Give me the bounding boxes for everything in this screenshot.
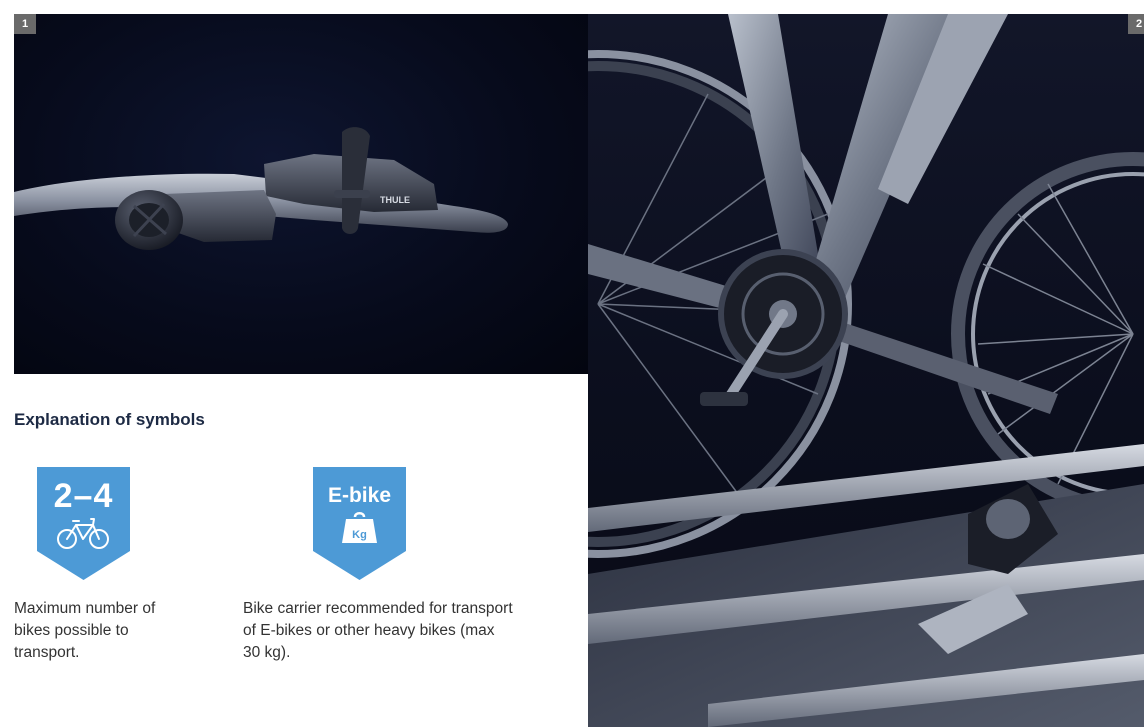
bike-carrier-illustration: THULE: [14, 127, 508, 250]
bike-count-symbol: 2–4: [37, 467, 130, 580]
ebike-label: E-bike: [327, 484, 392, 507]
ebike-description: Bike carrier recommended for transport o…: [243, 600, 513, 661]
bike-count-description: Maximum number of bikes possible to tran…: [14, 600, 156, 661]
ebike-symbol: Kg E-bike: [313, 467, 406, 580]
page-number-badge-left: 1: [14, 14, 36, 34]
bike-carrier-photo: THULE: [14, 14, 588, 374]
bike-count-value: 2–4: [53, 477, 114, 515]
weight-label: Kg: [352, 529, 367, 541]
page-number-badge-right: 2: [1128, 14, 1144, 34]
bike-on-roof-photo: [588, 14, 1144, 727]
section-heading: Explanation of symbols: [14, 410, 205, 429]
brand-mark: THULE: [380, 195, 410, 205]
bike-on-roof-illustration: [588, 14, 1144, 727]
